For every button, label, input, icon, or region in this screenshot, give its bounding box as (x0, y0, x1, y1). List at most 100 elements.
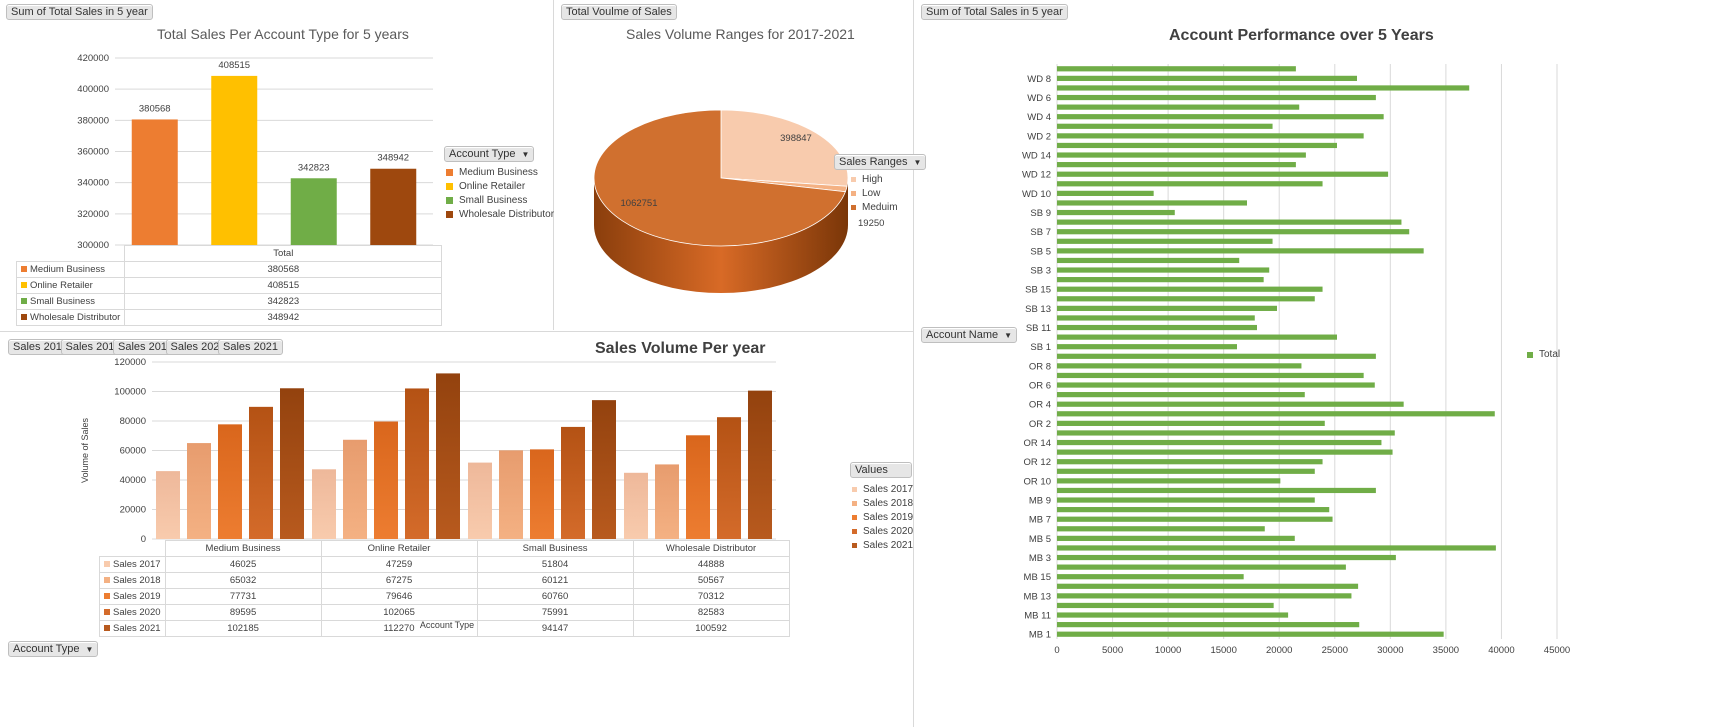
chart3-legend-swatch-0 (852, 487, 857, 492)
chart4-bar-49 (1057, 162, 1296, 168)
account-name-label: Account Name (926, 329, 999, 341)
chart3-table-value-3-3: 82583 (632, 604, 790, 621)
chart1-y-tick-1: 320000 (77, 209, 109, 220)
chart4-bar-50 (1057, 152, 1306, 158)
chart4-x-tick-5: 25000 (1322, 645, 1348, 656)
chart4-x-tick-0: 0 (1054, 645, 1059, 656)
chart4-bar-33 (1057, 315, 1255, 321)
chart4-bar-55 (1057, 104, 1300, 110)
chart3-table-row-label-2: Sales 2019 (99, 588, 166, 605)
chart1-table-row: Wholesale Distributor 348942 (15, 309, 443, 326)
chart1-legend-item-1: Online Retailer (446, 181, 554, 192)
chart4-bar-4 (1057, 593, 1352, 599)
chart1-table-row-name-3: Wholesale Distributor (30, 312, 121, 323)
account-name-filter-button[interactable]: Account Name ▼ (921, 327, 1018, 343)
chart3-y-tick-3: 60000 (120, 446, 146, 457)
chart1-table-row-label-1: Online Retailer (15, 277, 126, 294)
chart1-legend-item-0: Medium Business (446, 167, 554, 178)
chart3-table-row-name-3: Sales 2020 (113, 607, 161, 618)
chart4-bar-5 (1057, 583, 1359, 589)
chart3-legend-label-0: Sales 2017 (863, 484, 914, 495)
chart1-table-swatch-3 (21, 314, 27, 321)
chart3-table-row-name-4: Sales 2021 (113, 623, 161, 634)
chart3-bar-0-0 (156, 471, 180, 539)
chart3-table-row-name-1: Sales 2018 (113, 575, 161, 586)
chart4-bar-44 (1057, 209, 1175, 216)
chart3-table-value-3-0: 89595 (164, 604, 322, 621)
chart4-y-tick-8: OR 10 (1024, 476, 1051, 487)
chart4-bar-56 (1057, 94, 1376, 101)
chart3-legend-swatch-3 (852, 529, 857, 534)
chart3-y-tick-5: 100000 (114, 387, 146, 398)
chart4-x-tick-8: 40000 (1488, 645, 1514, 656)
chart4-x-tick-4: 20000 (1266, 645, 1292, 656)
chart4-bar-36 (1057, 286, 1323, 292)
chart1-legend-label-0: Medium Business (459, 167, 538, 178)
chart3-bar-0-4 (280, 388, 304, 539)
chart3-table-value-1-1: 67275 (320, 572, 478, 589)
chart4-y-tick-23: WD 10 (1022, 189, 1051, 200)
chart2-legend-swatch-0 (851, 177, 856, 182)
account-type-filter-button-2[interactable]: Account Type ▼ (8, 641, 99, 657)
chart2-legend-label-2: Meduim (862, 202, 898, 213)
chart1-table-row-label-2: Small Business (15, 293, 126, 310)
values-button[interactable]: Values (850, 462, 912, 478)
chart4-bar-21 (1057, 430, 1395, 436)
chart3-table-value-3-1: 102065 (320, 604, 478, 621)
chart2-label-1: 19250 (858, 218, 884, 229)
chart4-bar-24 (1057, 401, 1404, 407)
chart3-table-swatch-4 (104, 625, 110, 632)
chart4-x-tick-1: 5000 (1102, 645, 1123, 656)
chart1-table-row-name-1: Online Retailer (30, 280, 93, 291)
chart1-table-row-name-2: Small Business (30, 296, 95, 307)
chart3-table-row: Sales 2018 65032 67275 60121 50567 (99, 572, 790, 589)
chart4-bar-28 (1057, 363, 1302, 369)
chart4-bar-52 (1057, 133, 1364, 139)
account-type-filter-button[interactable]: Account Type ▼ (444, 146, 535, 162)
chart4-y-tick-18: SB 15 (1025, 285, 1051, 296)
chart3-bar-2-3 (561, 426, 585, 539)
chart4-bar-16 (1057, 478, 1281, 484)
chart1-data-table: Total Medium Business 380568 Online Retaile… (15, 245, 443, 326)
chart3-bar-3-3 (717, 417, 741, 539)
chart4-bar-10 (1057, 535, 1295, 541)
chart3-bar-1-2 (374, 421, 398, 539)
chart4-y-tick-6: MB 7 (1029, 515, 1051, 526)
chart1-legend-label-1: Online Retailer (459, 181, 526, 192)
chart3-table-value-2-2: 60760 (476, 588, 634, 605)
chart3-table-value-1-2: 60121 (476, 572, 634, 589)
chart3-table-header-3: Wholesale Distributor (632, 540, 790, 557)
chart4-y-tick-12: OR 4 (1029, 400, 1051, 411)
chart1-table-header-row: Total (16, 245, 443, 262)
chart4-y-tick-27: WD 4 (1027, 112, 1051, 123)
chart4-bar-27 (1057, 372, 1364, 379)
chart4-bar-43 (1057, 219, 1402, 225)
chart3-y-tick-2: 40000 (120, 475, 146, 486)
chart1-table-header: Total (124, 245, 443, 262)
chart3-bar-2-4 (592, 400, 616, 539)
chart3-table-swatch-1 (104, 577, 110, 584)
chart3-table-row-label-1: Sales 2018 (99, 572, 166, 589)
chart4-bar-41 (1057, 238, 1273, 244)
chart1-table-swatch-0 (21, 266, 27, 273)
chart4-bar-59 (1057, 66, 1296, 72)
chart4-svg: 0 5000 10000 15000 20000 25000 30000 35000 40000… (1022, 64, 1570, 656)
chart2-label-0: 398847 (780, 133, 812, 144)
chart1-table-row: Medium Business 380568 (15, 261, 443, 278)
chart4-y-tick-11: OR 2 (1029, 419, 1051, 430)
chart3-data-table: Medium Business Online Retailer Small Busi… (99, 540, 790, 637)
chart3-table-row-label-4: Sales 2021 (99, 620, 166, 637)
chart4-bar-3 (1057, 602, 1274, 609)
sales-ranges-filter-button[interactable]: Sales Ranges ▼ (834, 154, 927, 170)
chart3-legend-item-4: Sales 2021 (852, 540, 913, 551)
chart3-bar-3-4 (748, 390, 772, 539)
chart4-y-tick-25: WD 14 (1022, 151, 1051, 162)
chart2-slice-0 (720, 109, 849, 187)
chart3-bar-2-1 (499, 450, 523, 539)
chart3-bar-1-1 (343, 439, 367, 539)
chart3-table-value-1-0: 65032 (164, 572, 322, 589)
chart3-table-value-4-1: 112270 (320, 620, 478, 637)
chart4-bar-57 (1057, 85, 1470, 91)
chart4-bar-40 (1057, 248, 1424, 254)
chart4-y-tick-19: SB 3 (1030, 266, 1051, 277)
